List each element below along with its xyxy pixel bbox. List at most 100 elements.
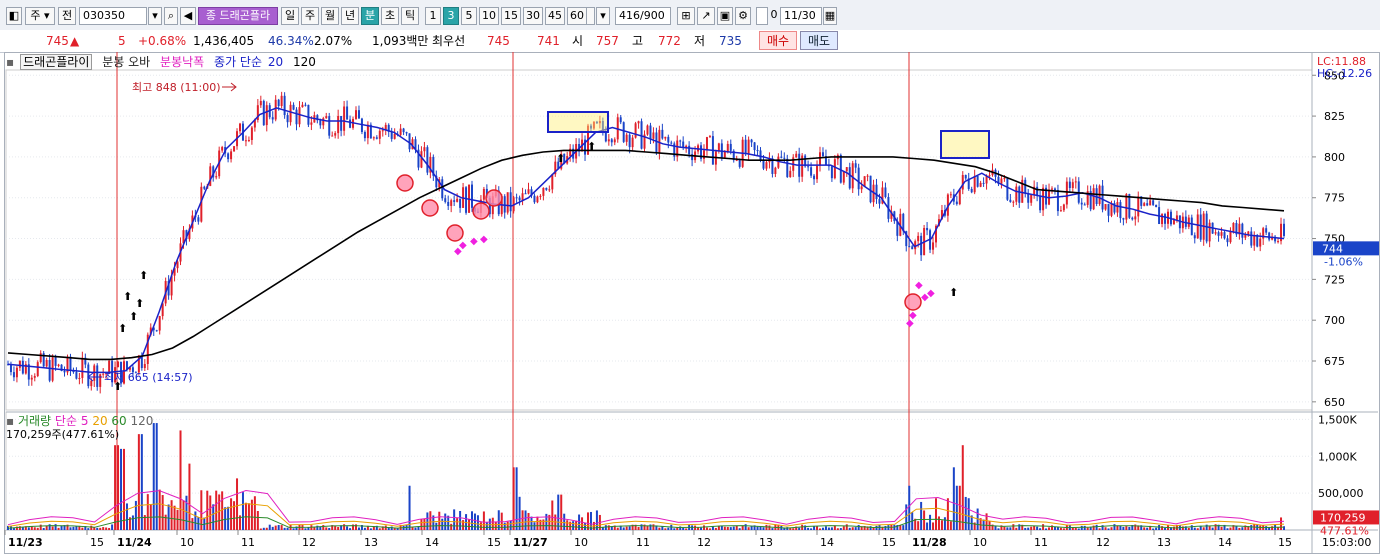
legend-stock-name[interactable]: 드래곤플라이 [20,54,93,70]
volume-bar [703,525,705,530]
candle [1184,216,1187,227]
volume-bar [334,526,337,530]
volume-bar [1048,527,1051,530]
candle [1172,219,1175,225]
volume-bar [1187,527,1190,530]
volume-bar [830,527,833,530]
volume-bar [274,525,277,530]
volume-bar [1113,524,1116,530]
volume-bar [961,445,964,530]
volume-bar [277,525,280,530]
candle [322,118,325,126]
legend-ma-20[interactable]: 20 [268,55,283,69]
volume-bar [241,492,244,530]
chart-canvas[interactable]: 650675700725750775800825850500,0001,000K… [0,0,1380,554]
volume-bar [616,527,619,530]
volume-bar [1024,527,1027,530]
candle [271,117,274,120]
volume-bar [212,504,215,530]
volume-ma-5[interactable]: 5 [81,414,89,428]
signal-circle [485,189,503,207]
candle [289,104,292,123]
volume-bar [792,528,795,530]
volume-tick-label: 1,000K [1318,450,1357,463]
candle [708,136,711,138]
candle [988,175,991,177]
legend-candle-range[interactable]: 분봉낙폭 [160,55,204,69]
candle [334,133,337,136]
volume-bar [51,526,54,530]
legend-marker-icon: ▪ [6,55,15,69]
volume-bar [1226,528,1229,530]
candle [1024,179,1027,194]
candle [15,367,18,378]
volume-bar [667,527,670,530]
candle [866,175,869,177]
volume-bar [1062,528,1065,530]
pattern-box [940,130,990,159]
volume-bar [349,528,352,530]
volume-bar [652,524,655,530]
volume-bar [1128,526,1131,530]
volume-bar [1220,526,1223,530]
volume-bar [90,525,93,530]
buy-arrow-icon: ⬆ [587,140,596,153]
volume-bar [357,527,360,530]
volume-bar [45,525,48,530]
candle [857,167,860,190]
volume-bar [72,526,75,530]
volume-bar [545,513,548,530]
candle [283,95,286,116]
candle [1223,232,1226,239]
volume-ma-120[interactable]: 120 [131,414,154,428]
candle [292,104,295,110]
candle [679,140,682,142]
candle [1164,214,1167,224]
legend-ma-label[interactable]: 종가 단순 [214,55,262,69]
volume-bar [640,524,643,530]
volume-label[interactable]: 거래량 [18,414,51,428]
volume-bar [167,504,170,530]
candle [610,139,613,143]
volume-ma-60[interactable]: 60 [111,414,126,428]
candle [280,95,283,107]
chart-legend: ▪ 드래곤플라이 분봉 오바 분봉낙폭 종가 단순 20 120 [6,54,322,70]
volume-bar [161,495,164,530]
volume-tick-label: 1,500K [1318,413,1357,426]
candle [1155,204,1158,208]
volume-bar [33,527,36,530]
volume-ma-20[interactable]: 20 [92,414,107,428]
candle [1143,203,1146,206]
candle [1003,178,1006,180]
volume-bar [705,527,708,530]
price-tick-label: 700 [1324,314,1345,327]
volume-bar [1190,525,1193,530]
volume-bar [423,518,426,530]
candle [1092,188,1095,210]
candle [420,151,423,168]
legend-candle[interactable]: 분봉 오바 [102,55,150,69]
candle [378,130,381,139]
volume-bar [280,525,283,530]
candle [819,152,821,166]
price-pane[interactable] [5,69,1313,411]
volume-ma-label[interactable]: 단순 [55,414,77,428]
candle [1265,228,1268,233]
candle [405,132,408,134]
candle [12,372,15,378]
candle [1065,181,1068,205]
volume-bar [131,515,134,530]
candle [325,116,328,119]
volume-bar [524,510,527,530]
candle [399,128,402,135]
candle [57,364,60,366]
candle [63,370,66,373]
legend-ma-120[interactable]: 120 [293,55,316,69]
volume-bar [1042,524,1045,530]
candle [1131,217,1134,220]
volume-bar [756,526,759,530]
volume-bar [328,527,331,530]
volume-bar [75,526,78,530]
volume-bar [1125,526,1128,530]
candle [527,189,530,194]
